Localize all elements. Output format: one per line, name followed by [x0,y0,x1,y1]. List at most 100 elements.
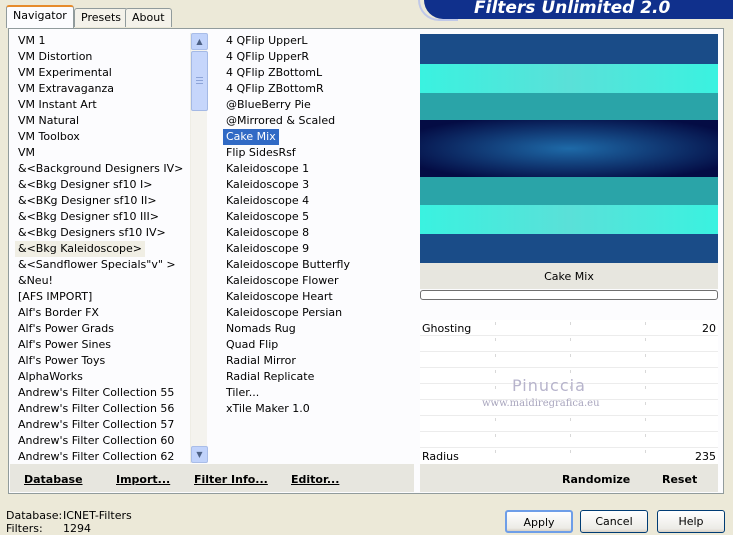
category-item-row[interactable]: &<Bkg Kaleidoscope> [15,241,190,257]
filter-item: Kaleidoscope Persian [226,306,343,319]
filter-item-row[interactable]: Kaleidoscope Heart [223,289,413,305]
filter-item: Tiler... [226,386,260,399]
filter-item-row[interactable]: Kaleidoscope Flower [223,273,413,289]
category-item-row[interactable]: VM Toolbox [15,129,190,145]
reset-button[interactable]: Reset [662,473,697,486]
filter-list[interactable]: 4 QFlip UpperL 4 QFlip UpperR 4 QFlip ZBot… [223,33,413,463]
category-item-row[interactable]: Andrew's Filter Collection 56 [15,401,190,417]
database-button[interactable]: Database [24,473,83,486]
filter-preview [420,34,718,263]
category-item-row[interactable]: VM Experimental [15,65,190,81]
category-item: Andrew's Filter Collection 57 [18,418,175,431]
filter-item-row[interactable]: @BlueBerry Pie [223,97,413,113]
radius-slider[interactable]: Radius 235 [420,448,718,464]
import-button[interactable]: Import... [116,473,170,486]
category-item-row[interactable]: VM Extravaganza [15,81,190,97]
filter-item: @BlueBerry Pie [226,98,311,111]
scroll-down-button[interactable]: ▼ [191,446,208,463]
category-item-row[interactable]: &<Background Designers IV> [15,161,190,177]
category-item-row[interactable]: Andrew's Filter Collection 55 [15,385,190,401]
filter-item-row[interactable]: xTile Maker 1.0 [223,401,413,417]
filter-item-row[interactable]: Kaleidoscope Persian [223,305,413,321]
filter-item-row[interactable]: Kaleidoscope Butterfly [223,257,413,273]
category-item-row[interactable]: VM [15,145,190,161]
filter-item-row[interactable]: Kaleidoscope 9 [223,241,413,257]
scroll-thumb[interactable] [191,51,208,111]
preview-image [420,34,718,263]
ghosting-label: Ghosting [422,322,472,335]
category-item-row[interactable]: &<Bkg Designer sf10 III> [15,209,190,225]
filter-item: Cake Mix [223,129,279,145]
filter-item-row[interactable]: 4 QFlip ZBottomR [223,81,413,97]
filter-item-row[interactable]: Quad Flip [223,337,413,353]
filter-item: xTile Maker 1.0 [226,402,310,415]
ghosting-slider[interactable]: Ghosting 20 [420,320,718,336]
category-item: Alf's Power Toys [18,354,106,367]
category-item: VM [18,146,36,159]
scroll-up-button[interactable]: ▲ [191,33,208,50]
filter-item: Quad Flip [226,338,279,351]
category-item: &Neu! [18,274,53,287]
category-item-row[interactable]: VM 1 [15,33,190,49]
filter-info-button[interactable]: Filter Info... [194,473,268,486]
category-list[interactable]: VM 1 VM Distortion VM Experimental VM Extra… [15,33,190,463]
filter-item-row[interactable]: Radial Replicate [223,369,413,385]
apply-button[interactable]: Apply [505,510,573,533]
filter-item: Kaleidoscope 8 [226,226,310,239]
tab-navigator[interactable]: Navigator [6,5,74,28]
filter-item: Radial Mirror [226,354,296,367]
watermark-name: Pinuccia [512,376,586,395]
category-item: Alf's Power Grads [18,322,114,335]
category-item-row[interactable]: &<Sandflower Specials"v" > [15,257,190,273]
filter-item: Kaleidoscope Flower [226,274,339,287]
filter-item-row[interactable]: 4 QFlip ZBottomL [223,65,413,81]
category-item-row[interactable]: AlphaWorks [15,369,190,385]
category-item-row[interactable]: &<Bkg Designers sf10 IV> [15,225,190,241]
filter-item-row[interactable]: Nomads Rug [223,321,413,337]
filter-item-row[interactable]: Tiler... [223,385,413,401]
category-item: &<Bkg Designer sf10 I> [18,178,153,191]
watermark-url: www.maidiregrafica.eu [482,398,600,409]
filter-item-row[interactable]: Kaleidoscope 1 [223,161,413,177]
category-item: VM Natural [18,114,80,127]
tab-presets[interactable]: Presets [74,8,129,27]
category-item-row[interactable]: &Neu! [15,273,190,289]
cancel-button[interactable]: Cancel [580,510,648,533]
category-item-row[interactable]: Alf's Power Grads [15,321,190,337]
category-item-row[interactable]: [AFS IMPORT] [15,289,190,305]
banner-title: Filters Unlimited 2.0 [424,0,733,19]
category-item-row[interactable]: Andrew's Filter Collection 62 [15,449,190,463]
category-item-row[interactable]: VM Instant Art [15,97,190,113]
filter-item-row[interactable]: Kaleidoscope 4 [223,193,413,209]
preview-caption: Cake Mix [544,270,594,283]
category-item-row[interactable]: &<BKg Designer sf10 II> [15,193,190,209]
filter-item-row[interactable]: Kaleidoscope 3 [223,177,413,193]
filter-item: Kaleidoscope 3 [226,178,310,191]
filter-item-row[interactable]: Flip SidesRsf [223,145,413,161]
category-item-row[interactable]: Alf's Power Toys [15,353,190,369]
category-item-row[interactable]: Andrew's Filter Collection 60 [15,433,190,449]
help-button[interactable]: Help [657,510,725,533]
editor-button[interactable]: Editor... [291,473,339,486]
randomize-button[interactable]: Randomize [562,473,630,486]
category-item: VM Extravaganza [18,82,115,95]
filter-item-row[interactable]: Radial Mirror [223,353,413,369]
filter-item: @Mirrored & Scaled [226,114,336,127]
category-item-row[interactable]: &<Bkg Designer sf10 I> [15,177,190,193]
category-item: VM Toolbox [18,130,80,143]
filter-item-row[interactable]: @Mirrored & Scaled [223,113,413,129]
filter-item-row[interactable]: 4 QFlip UpperR [223,49,413,65]
filter-item-row[interactable]: 4 QFlip UpperL [223,33,413,49]
tab-about[interactable]: About [125,8,172,27]
filter-item: Kaleidoscope 4 [226,194,310,207]
category-item-row[interactable]: Alf's Power Sines [15,337,190,353]
category-item-row[interactable]: VM Natural [15,113,190,129]
category-item-row[interactable]: VM Distortion [15,49,190,65]
category-scrollbar[interactable]: ▲ ▼ [190,33,208,463]
filter-item: Flip SidesRsf [226,146,296,159]
filter-item-row[interactable]: Kaleidoscope 5 [223,209,413,225]
category-item-row[interactable]: Alf's Border FX [15,305,190,321]
category-item-row[interactable]: Andrew's Filter Collection 57 [15,417,190,433]
filter-item-row[interactable]: Cake Mix [223,129,413,145]
filter-item-row[interactable]: Kaleidoscope 8 [223,225,413,241]
